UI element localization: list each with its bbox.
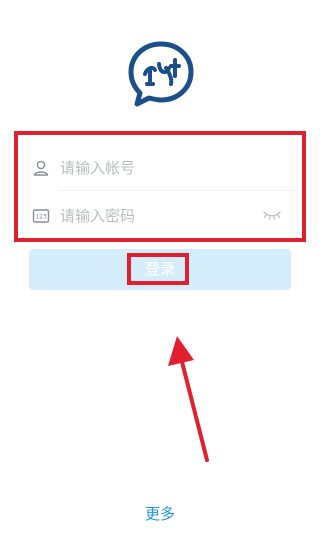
chat-bubble-logo-icon (128, 41, 194, 107)
annotation-form-highlight (14, 131, 306, 242)
annotation-button-highlight (127, 253, 189, 285)
more-link[interactable]: 更多 (130, 504, 190, 524)
login-screen: 请输入帐号 123 请输入密码 登录 更多 (0, 0, 320, 552)
